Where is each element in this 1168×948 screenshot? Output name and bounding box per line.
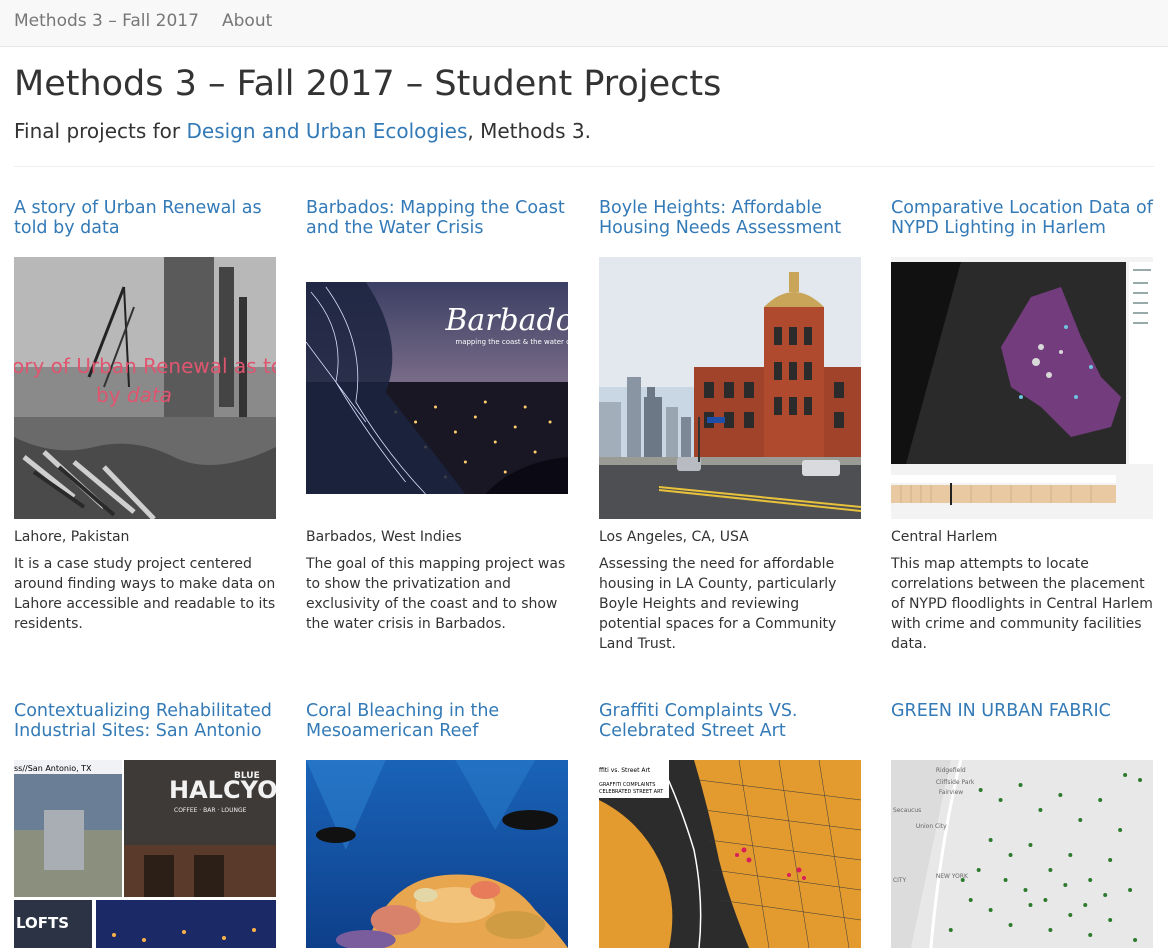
project-thumbnail[interactable]: Ridgefield Cliffside Park Fairview Secau… [891,760,1153,948]
map-label-secaucus: Secaucus [893,807,921,814]
project-description: Assessing the need for affordable housin… [599,556,837,652]
project-thumbnail[interactable]: Barbados mapping the coast & the water c… [306,282,568,494]
thumbnail-caption-data: data [127,383,172,407]
project-card-barbados: Barbados: Mapping the Coast and the Wate… [306,198,568,648]
thumbnail-caption-line1: ory of Urban Renewal as to [14,354,276,378]
navbar: Methods 3 – Fall 2017 About [0,0,1168,47]
thumbnail-graffiti-title: ffiti vs. Street Art [599,767,651,774]
project-thumbnail[interactable] [891,257,1153,519]
subtitle-prefix: Final projects for [14,119,187,143]
project-title-link[interactable]: Coral Bleaching in the Mesoamerican Reef [306,701,568,741]
project-thumbnail[interactable]: ffiti vs. Street Art GRAFFITI COMPLAINTS… [599,760,861,948]
project-title-link[interactable]: Graffiti Complaints VS. Celebrated Stree… [599,701,861,741]
thumbnail-caption-by: by [96,383,127,407]
project-location: Lahore, Pakistan [14,529,130,545]
project-title-link[interactable]: Comparative Location Data of NYPD Lighti… [891,198,1153,238]
project-thumbnail[interactable]: HALCYON BLUE COFFEE · BAR · LOUNGE LOFTS… [14,760,276,948]
project-location: Barbados, West Indies [306,529,462,545]
project-location: Central Harlem [891,529,998,545]
page-title: Methods 3 – Fall 2017 – Student Projects [14,64,722,104]
project-card-san-antonio: Contextualizing Rehabilitated Industrial… [14,701,276,948]
project-description: It is a case study project centered arou… [14,556,276,632]
project-title-link[interactable]: GREEN IN URBAN FABRIC [891,701,1153,721]
project-title-link[interactable]: A story of Urban Renewal as told by data [14,198,276,238]
thumbnail-san-antonio-label: ss//San Antonio, TX [14,764,92,773]
project-description: This map attempts to locate correlations… [891,556,1153,652]
nav-about-link[interactable]: About [222,11,272,31]
project-card-coral-bleaching: Coral Bleaching in the Mesoamerican Reef [306,701,568,948]
project-title-link[interactable]: Boyle Heights: Affordable Housing Needs … [599,198,861,238]
page-subtitle: Final projects for Design and Urban Ecol… [14,119,591,143]
map-label-ridgefield: Ridgefield [936,767,966,774]
map-label-union-city: Union City [916,823,947,830]
project-title-link[interactable]: Contextualizing Rehabilitated Industrial… [14,701,276,741]
map-label-new-york: NEW YORK [936,873,969,880]
svg-text:by data: by data [96,383,172,407]
project-thumbnail[interactable] [599,257,861,519]
project-title-link[interactable]: Barbados: Mapping the Coast and the Wate… [306,198,568,238]
map-label-cliffside: Cliffside Park [936,779,975,786]
map-label-fairview: Fairview [939,789,963,796]
project-card-green-urban-fabric: GREEN IN URBAN FABRIC Ridgefield Cliffsi… [891,701,1153,948]
thumbnail-graffiti-legend2: CELEBRATED STREET ART [599,789,664,795]
map-label-city: CITY [893,877,907,884]
design-urban-ecologies-link[interactable]: Design and Urban Ecologies [187,119,468,143]
project-card-graffiti: Graffiti Complaints VS. Celebrated Stree… [599,701,861,948]
project-card-boyle-heights: Boyle Heights: Affordable Housing Needs … [599,198,861,652]
header-divider [14,166,1154,167]
project-location: Los Angeles, CA, USA [599,529,749,545]
project-card-urban-renewal: A story of Urban Renewal as told by data… [14,198,276,648]
project-thumbnail[interactable]: ory of Urban Renewal as to by data [14,257,276,519]
nav-brand-link[interactable]: Methods 3 – Fall 2017 [14,11,199,31]
thumbnail-halcyon: HALCYON [169,776,276,804]
thumbnail-graffiti-legend1: GRAFFITI COMPLAINTS [599,782,655,788]
thumbnail-blue: BLUE [234,771,260,781]
thumbnail-caption-title: Barbados [444,303,568,338]
thumbnail-lofts: LOFTS [16,914,69,932]
thumbnail-coffee: COFFEE · BAR · LOUNGE [174,807,247,814]
project-card-nypd-lighting: Comparative Location Data of NYPD Lighti… [891,198,1153,652]
subtitle-suffix: , Methods 3. [467,119,591,143]
project-description: The goal of this mapping project was to … [306,556,566,632]
thumbnail-caption-sub: mapping the coast & the water cri [455,338,568,346]
project-thumbnail[interactable] [306,760,568,948]
